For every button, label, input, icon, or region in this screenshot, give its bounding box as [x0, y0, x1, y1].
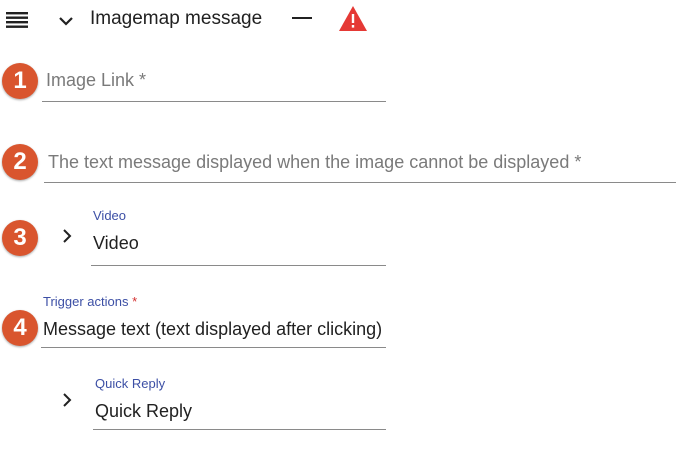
alt-text-field[interactable]: The text message displayed when the imag…: [44, 141, 676, 183]
trigger-actions-underline: [41, 347, 386, 348]
chevron-down-icon[interactable]: [58, 14, 74, 28]
step-badge-2: 2: [2, 144, 38, 180]
quick-reply-label: Quick Reply: [95, 376, 166, 391]
chevron-right-icon[interactable]: [61, 392, 73, 408]
image-link-underline: [42, 101, 386, 102]
step-badge-4: 4: [2, 310, 38, 346]
step-badge-1: 1: [2, 63, 38, 99]
header-title: Imagemap message: [90, 8, 263, 29]
alt-text-placeholder: The text message displayed when the imag…: [48, 152, 582, 172]
video-underline: [91, 265, 386, 266]
trigger-actions-select[interactable]: Trigger actions * Message text (text dis…: [41, 292, 386, 348]
image-link-field[interactable]: Image Link *: [42, 60, 386, 102]
quick-reply-underline: [93, 429, 386, 430]
warning-icon: [339, 6, 367, 31]
image-link-placeholder: Image Link *: [46, 70, 147, 90]
required-mark: *: [132, 294, 138, 309]
alt-text-underline: [44, 182, 676, 183]
video-label: Video: [93, 208, 127, 223]
trigger-actions-value: Message text (text displayed after click…: [43, 319, 383, 339]
step-badge-3: 3: [2, 220, 38, 256]
quick-reply-value: Quick Reply: [95, 401, 193, 421]
video-select[interactable]: Video Video: [91, 206, 386, 266]
quick-reply-select[interactable]: Quick Reply Quick Reply: [93, 374, 386, 430]
minus-icon[interactable]: [292, 17, 312, 19]
drag-handle-icon[interactable]: [6, 12, 28, 28]
video-value: Video: [93, 233, 139, 253]
chevron-right-icon[interactable]: [61, 228, 73, 244]
trigger-actions-label: Trigger actions *: [43, 294, 138, 309]
